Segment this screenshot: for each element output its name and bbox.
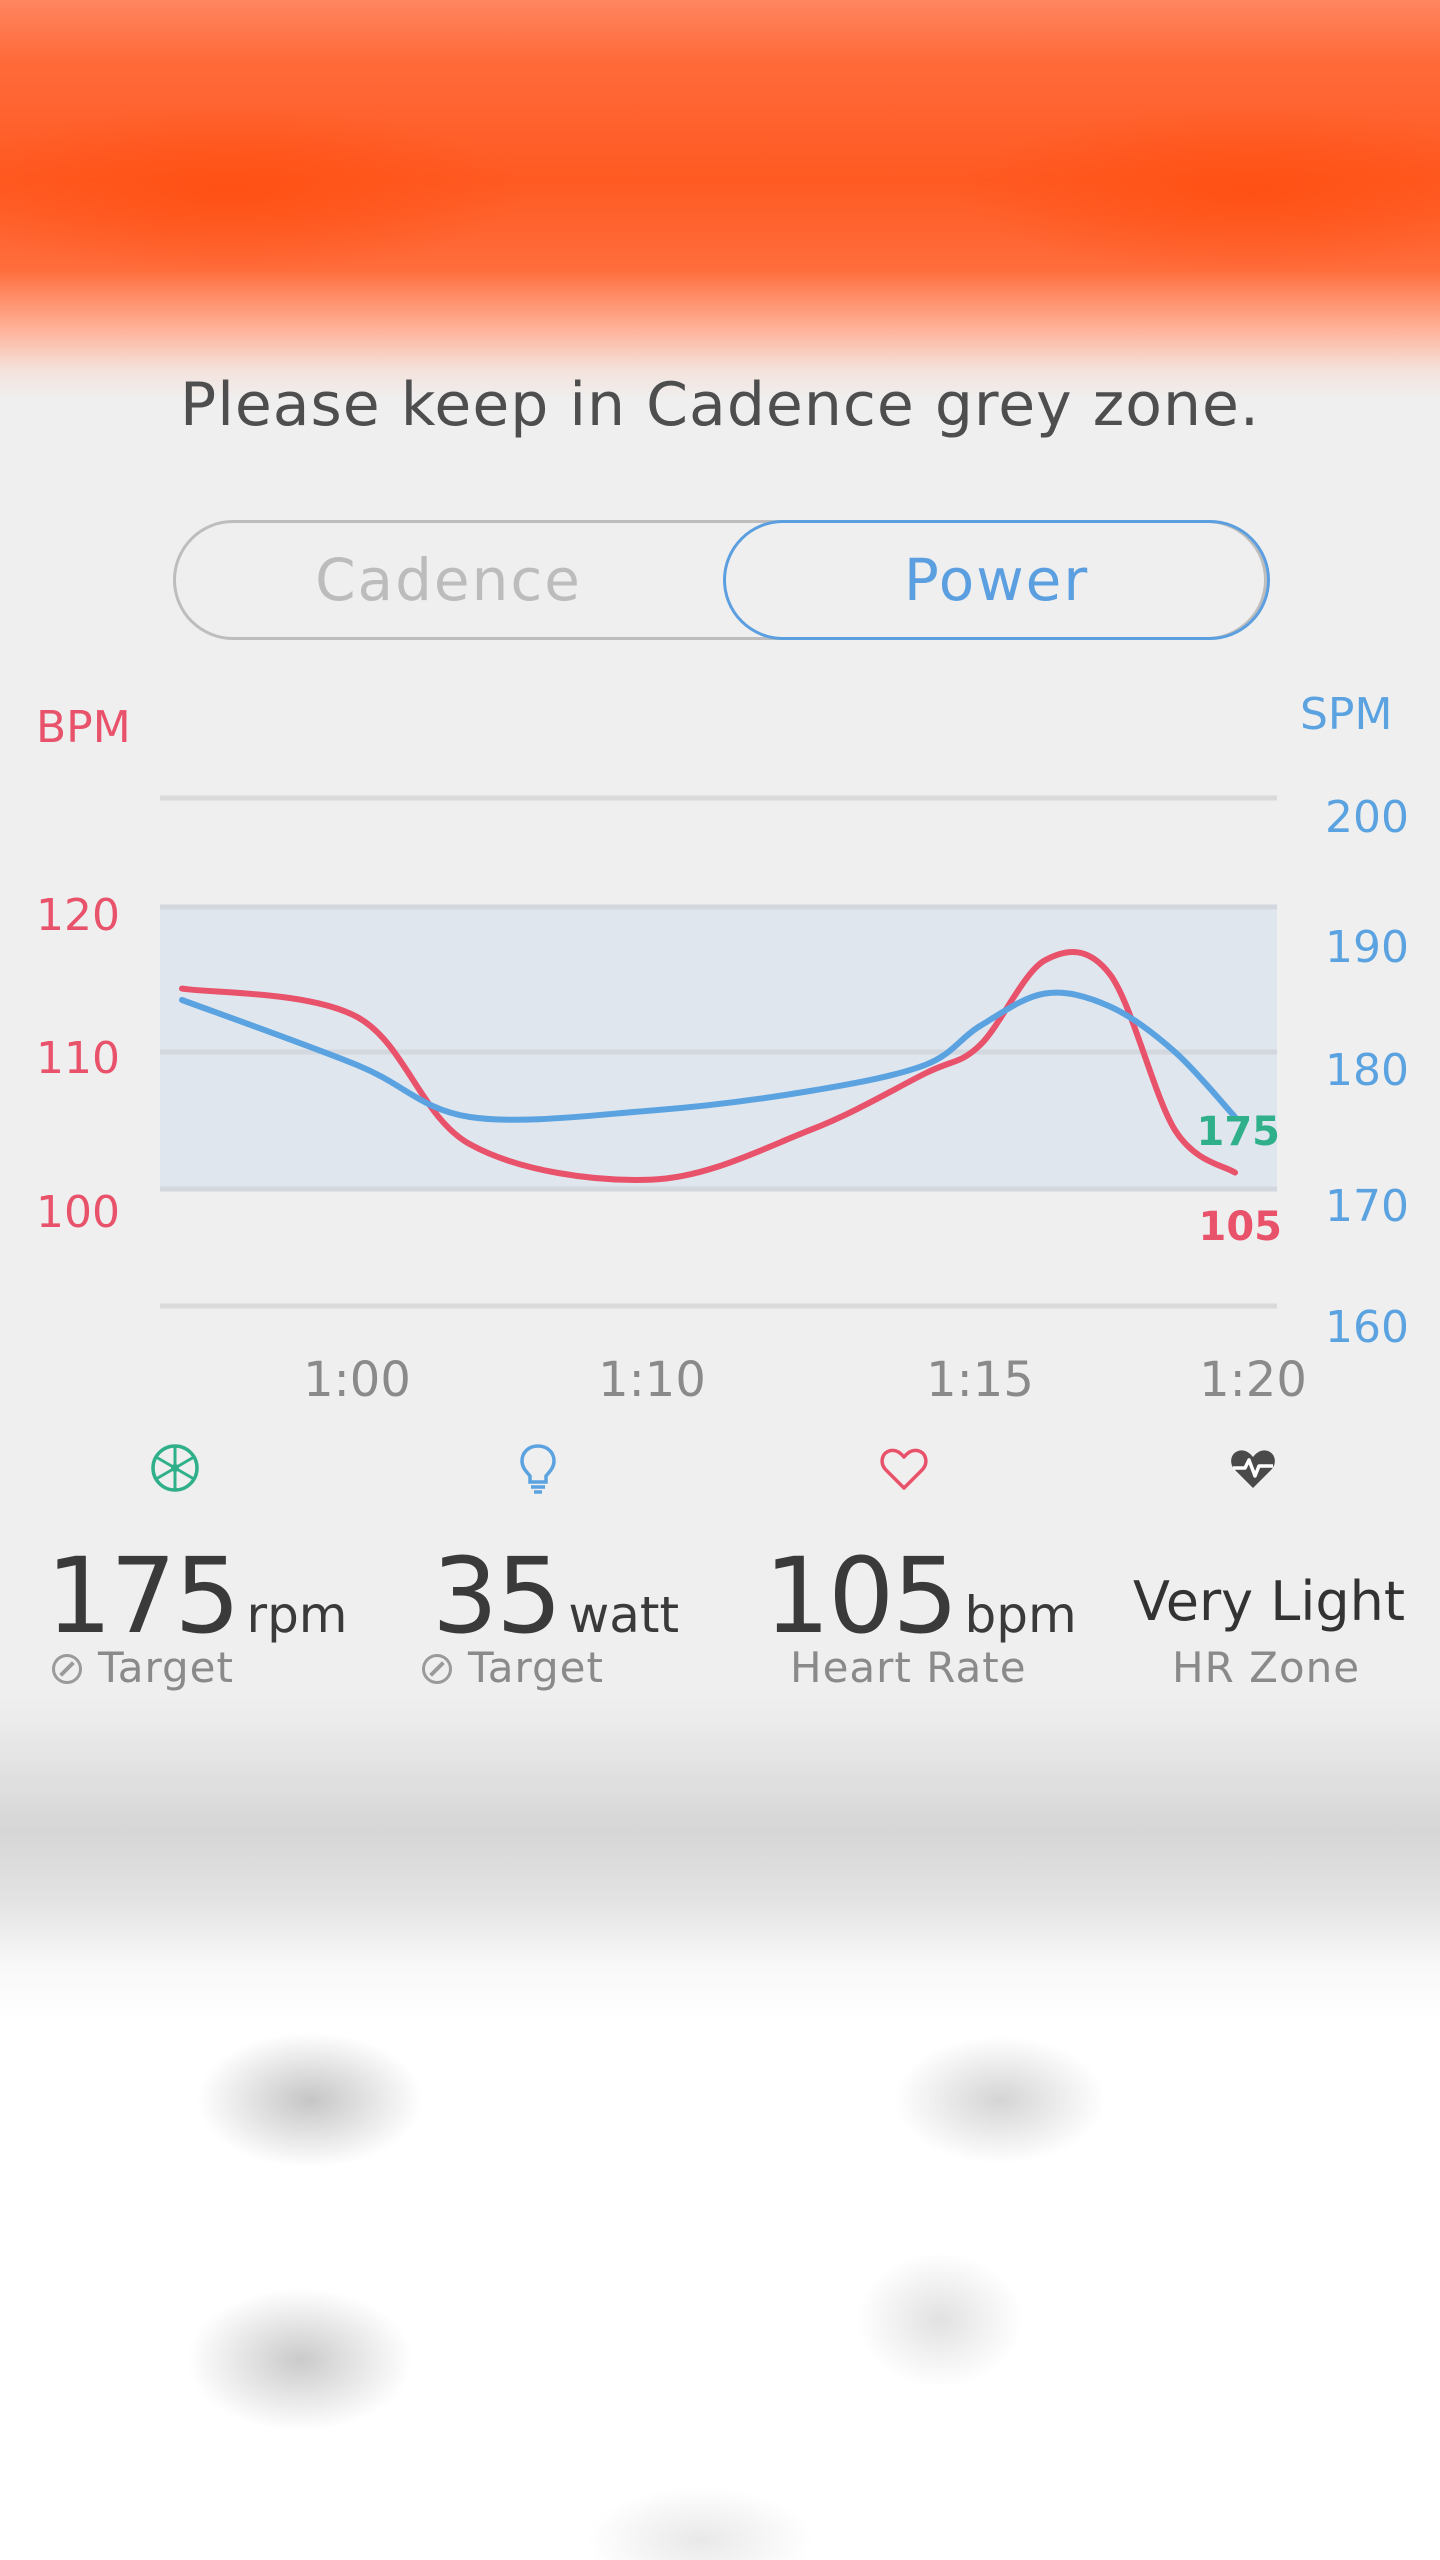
power-unit: watt [568, 1586, 680, 1644]
right-tick-label: 200 [1325, 792, 1409, 843]
power-target-label: Target [468, 1643, 604, 1692]
heart-icon [876, 1440, 932, 1496]
bulb-icon [510, 1440, 566, 1496]
metric-power[interactable]: 35 watt Target [360, 1425, 720, 1715]
zone-instruction: Please keep in Cadence grey zone. [180, 370, 1260, 440]
left-tick-label: 110 [36, 1033, 120, 1084]
cadence-unit: rpm [246, 1586, 348, 1644]
x-tick-label: 1:15 [926, 1352, 1034, 1408]
right-tick-label: 190 [1325, 922, 1409, 973]
cadence-value: 175 [46, 1535, 241, 1657]
heart-rate-end-label: 105 [1199, 1204, 1283, 1250]
metric-toggle: Cadence Power [173, 520, 1270, 640]
cadence-target-label: Target [98, 1643, 234, 1692]
metrics-row: 175 rpm Target 35 watt Target 105 bpm He… [0, 1425, 1440, 1715]
heart-rate-value: 105 [764, 1535, 959, 1657]
toggle-cadence[interactable]: Cadence [176, 523, 721, 637]
metric-heart-rate: 105 bpm Heart Rate [720, 1425, 1080, 1715]
workout-screen: Please keep in Cadence grey zone. Cadenc… [0, 0, 1440, 2560]
x-tick-label: 1:20 [1199, 1352, 1307, 1408]
heart-rate-unit: bpm [964, 1586, 1077, 1644]
power-value-row: 35 watt [432, 1535, 679, 1657]
heart-rate-cadence-chart: BPM SPM 120 110 100 200 190 180 170 160 … [0, 690, 1440, 1430]
hr-zone-value: Very Light [1133, 1570, 1406, 1633]
heart-pulse-icon [1225, 1440, 1281, 1496]
x-tick-label: 1:10 [598, 1352, 706, 1408]
blurred-content-area [0, 1700, 1440, 2560]
right-tick-label: 170 [1325, 1181, 1409, 1232]
heart-rate-value-row: 105 bpm [764, 1535, 1077, 1657]
right-axis-title: SPM [1300, 690, 1392, 740]
toggle-power[interactable]: Power [723, 520, 1270, 640]
power-target[interactable]: Target [422, 1643, 604, 1692]
right-tick-label: 160 [1325, 1302, 1409, 1353]
cadence-target[interactable]: Target [52, 1643, 234, 1692]
cadence-zone-band [160, 907, 1277, 1189]
wheel-icon [147, 1440, 203, 1496]
hr-zone-value-row: Very Light [1133, 1570, 1405, 1633]
cadence-value-row: 175 rpm [46, 1535, 348, 1657]
left-axis-title: BPM [36, 702, 131, 753]
cadence-end-label: 175 [1197, 1109, 1281, 1155]
edit-pencil-icon[interactable] [52, 1654, 82, 1684]
metric-hr-zone: Very Light HR Zone [1080, 1425, 1440, 1715]
header-banner [0, 0, 1440, 400]
edit-pencil-icon[interactable] [422, 1654, 452, 1684]
hr-zone-label: HR Zone [1172, 1643, 1361, 1692]
blurred-shapes [0, 1700, 1440, 2560]
right-tick-label: 180 [1325, 1045, 1409, 1096]
x-tick-label: 1:00 [303, 1352, 411, 1408]
power-value: 35 [432, 1535, 562, 1657]
heart-rate-label: Heart Rate [790, 1643, 1027, 1692]
metric-cadence[interactable]: 175 rpm Target [0, 1425, 360, 1715]
left-tick-label: 100 [36, 1187, 120, 1238]
left-tick-label: 120 [36, 890, 120, 941]
